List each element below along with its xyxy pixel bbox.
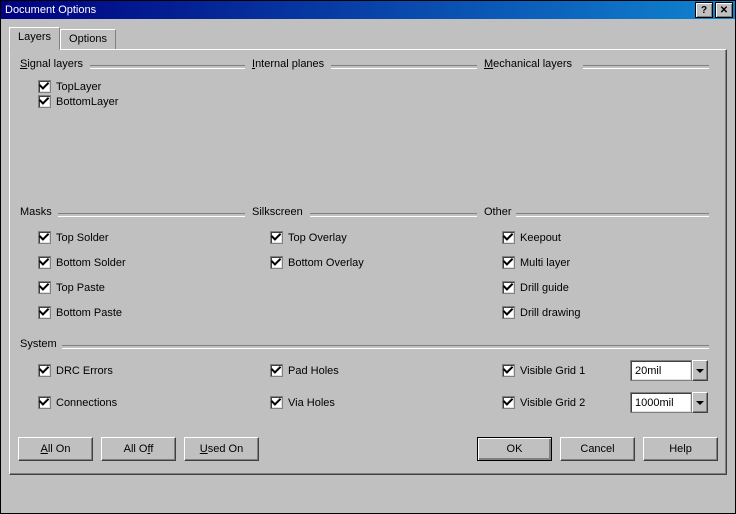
check-top-paste[interactable]: Top Paste: [38, 281, 105, 294]
check-bottom-solder[interactable]: Bottom Solder: [38, 256, 126, 269]
divider: [583, 65, 709, 69]
check-bottom-paste[interactable]: Bottom Paste: [38, 306, 122, 319]
check-drill-guide-label: Drill guide: [520, 282, 569, 294]
check-top-layer-label: TopLayer: [56, 81, 101, 93]
close-icon[interactable]: ✕: [715, 2, 733, 18]
divider: [331, 65, 477, 69]
check-visible-grid-2-box[interactable]: [502, 396, 515, 409]
check-keepout[interactable]: Keepout: [502, 231, 561, 244]
check-bottom-overlay-label: Bottom Overlay: [288, 257, 364, 269]
check-visible-grid-2-label: Visible Grid 2: [520, 397, 585, 409]
client-area: Layers Options Signal layers Internal pl…: [1, 19, 735, 513]
check-connections-label: Connections: [56, 397, 117, 409]
check-drc-errors-label: DRC Errors: [56, 365, 113, 377]
check-pad-holes-box[interactable]: [270, 364, 283, 377]
window-title: Document Options: [3, 4, 693, 16]
check-top-layer[interactable]: TopLayer: [38, 80, 101, 93]
check-drill-drawing-label: Drill drawing: [520, 307, 581, 319]
check-via-holes-box[interactable]: [270, 396, 283, 409]
group-other: Other: [484, 206, 512, 218]
cancel-button[interactable]: Cancel: [560, 437, 635, 461]
check-bottom-layer[interactable]: BottomLayer: [38, 95, 118, 108]
check-bottom-paste-box[interactable]: [38, 306, 51, 319]
dropdown-grid-2[interactable]: [630, 392, 708, 413]
group-silkscreen: Silkscreen: [252, 206, 303, 218]
check-connections-box[interactable]: [38, 396, 51, 409]
check-bottom-solder-box[interactable]: [38, 256, 51, 269]
check-top-solder-label: Top Solder: [56, 232, 109, 244]
check-bottom-overlay-box[interactable]: [270, 256, 283, 269]
divider: [516, 213, 709, 217]
check-bottom-solder-label: Bottom Solder: [56, 257, 126, 269]
check-top-overlay-box[interactable]: [270, 231, 283, 244]
group-signal-layers: Signal layers: [20, 58, 83, 70]
check-keepout-box[interactable]: [502, 231, 515, 244]
check-top-overlay-label: Top Overlay: [288, 232, 347, 244]
check-visible-grid-1-box[interactable]: [502, 364, 515, 377]
check-drc-errors[interactable]: DRC Errors: [38, 364, 113, 377]
tab-panel: Signal layers Internal planes Mechanical…: [9, 49, 727, 475]
group-system: System: [20, 338, 57, 350]
button-bar: All On All Off Used On OK Cancel Help: [18, 437, 718, 464]
help-button[interactable]: Help: [643, 437, 718, 461]
tab-strip: Layers Options: [9, 27, 727, 49]
dropdown-grid-1-button[interactable]: [692, 360, 708, 381]
check-visible-grid-1-label: Visible Grid 1: [520, 365, 585, 377]
chevron-down-icon: [696, 401, 704, 405]
check-multi-layer-box[interactable]: [502, 256, 515, 269]
check-bottom-overlay[interactable]: Bottom Overlay: [270, 256, 364, 269]
check-visible-grid-1[interactable]: Visible Grid 1: [502, 364, 585, 377]
check-bottom-layer-box[interactable]: [38, 95, 51, 108]
dropdown-grid-2-button[interactable]: [692, 392, 708, 413]
check-pad-holes[interactable]: Pad Holes: [270, 364, 339, 377]
tab-options[interactable]: Options: [60, 29, 116, 49]
check-bottom-paste-label: Bottom Paste: [56, 307, 122, 319]
check-keepout-label: Keepout: [520, 232, 561, 244]
check-drill-guide-box[interactable]: [502, 281, 515, 294]
tab-layers[interactable]: Layers: [9, 27, 60, 50]
ok-button[interactable]: OK: [477, 437, 552, 461]
check-connections[interactable]: Connections: [38, 396, 117, 409]
check-top-layer-box[interactable]: [38, 80, 51, 93]
divider: [310, 213, 477, 217]
check-via-holes[interactable]: Via Holes: [270, 396, 335, 409]
all-off-button[interactable]: All Off: [101, 437, 176, 461]
help-button-icon[interactable]: ?: [695, 2, 713, 18]
dropdown-grid-1[interactable]: [630, 360, 708, 381]
chevron-down-icon: [696, 369, 704, 373]
divider: [62, 345, 709, 349]
group-mechanical-layers: Mechanical layers: [484, 58, 572, 70]
check-top-paste-label: Top Paste: [56, 282, 105, 294]
all-on-button[interactable]: All On: [18, 437, 93, 461]
dropdown-grid-2-input[interactable]: [630, 392, 692, 413]
check-drc-errors-box[interactable]: [38, 364, 51, 377]
check-bottom-layer-label: BottomLayer: [56, 96, 118, 108]
divider: [58, 213, 245, 217]
check-drill-guide[interactable]: Drill guide: [502, 281, 569, 294]
group-masks: Masks: [20, 206, 52, 218]
check-drill-drawing[interactable]: Drill drawing: [502, 306, 581, 319]
check-drill-drawing-box[interactable]: [502, 306, 515, 319]
check-top-solder-box[interactable]: [38, 231, 51, 244]
check-visible-grid-2[interactable]: Visible Grid 2: [502, 396, 585, 409]
check-top-overlay[interactable]: Top Overlay: [270, 231, 347, 244]
layers-content: Signal layers Internal planes Mechanical…: [20, 58, 716, 416]
group-internal-planes: Internal planes: [252, 58, 324, 70]
divider: [90, 65, 245, 69]
check-pad-holes-label: Pad Holes: [288, 365, 339, 377]
check-top-solder[interactable]: Top Solder: [38, 231, 109, 244]
dropdown-grid-1-input[interactable]: [630, 360, 692, 381]
used-on-button[interactable]: Used On: [184, 437, 259, 461]
check-via-holes-label: Via Holes: [288, 397, 335, 409]
check-top-paste-box[interactable]: [38, 281, 51, 294]
check-multi-layer[interactable]: Multi layer: [502, 256, 570, 269]
title-bar: Document Options ? ✕: [1, 1, 735, 19]
check-multi-layer-label: Multi layer: [520, 257, 570, 269]
document-options-dialog: Document Options ? ✕ Layers Options Sign…: [0, 0, 736, 514]
